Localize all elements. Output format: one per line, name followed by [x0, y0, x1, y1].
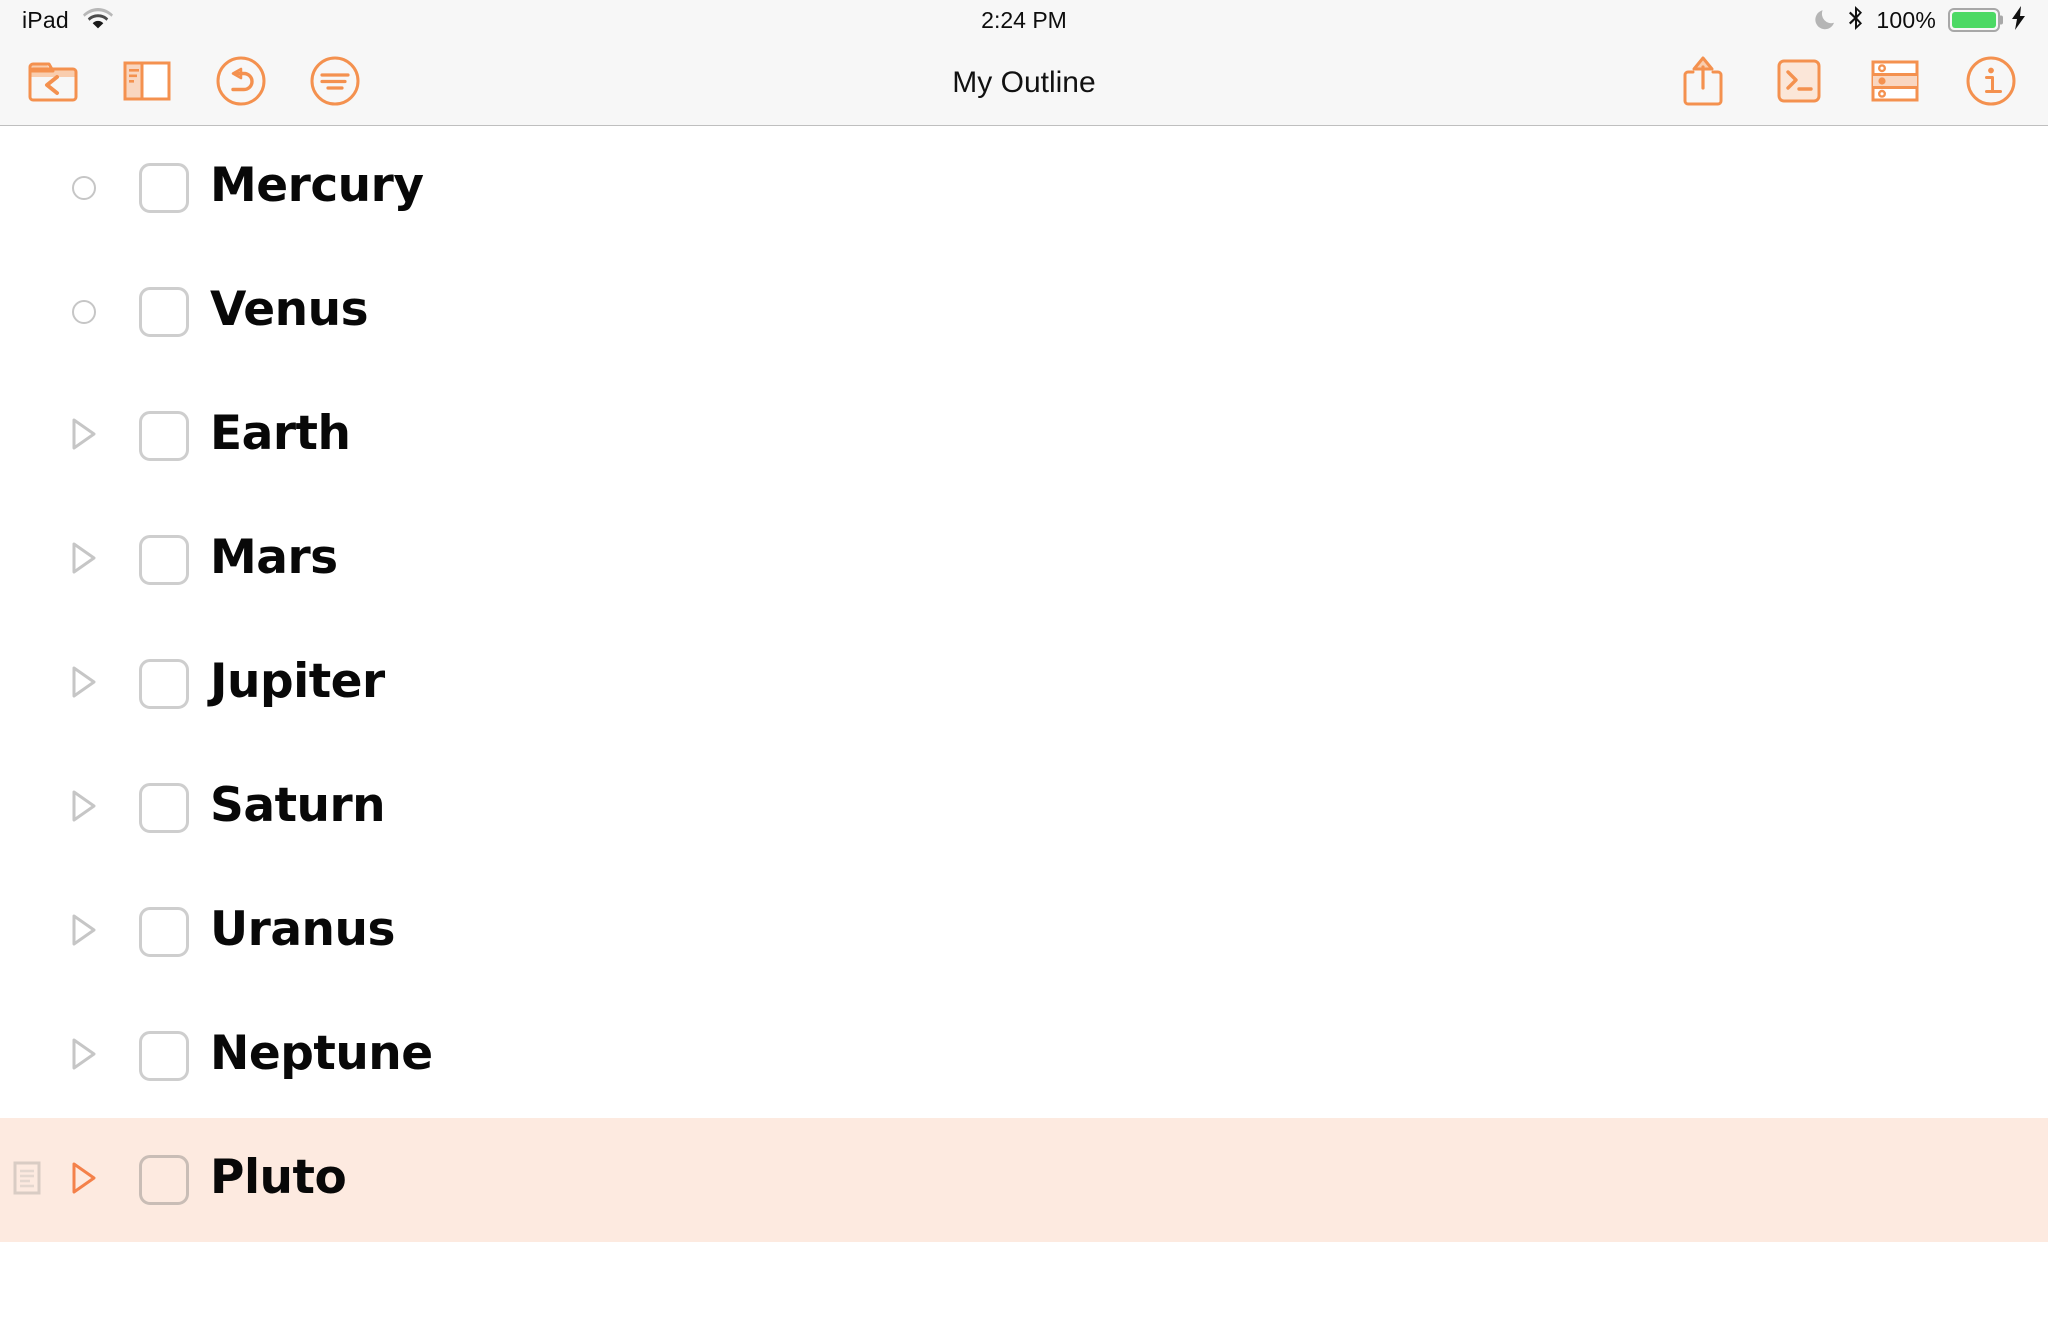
status-bar-clock: 2:24 PM [981, 6, 1067, 33]
script-console-button[interactable] [1772, 56, 1826, 110]
outline-row[interactable]: Venus [0, 250, 2048, 374]
disclosure-triangle[interactable] [50, 1161, 118, 1199]
checkbox-slot [118, 535, 210, 585]
folder-back-icon [27, 57, 79, 109]
status-bar-left: iPad [22, 7, 113, 34]
info-circle-icon [1965, 55, 2017, 111]
disclosure-triangle[interactable] [50, 913, 118, 951]
status-bar-right: 100% [1814, 5, 2026, 36]
chevron-right-triangle-icon [69, 665, 99, 703]
outline-row[interactable]: Neptune [0, 994, 2048, 1118]
outline-row[interactable]: Jupiter [0, 622, 2048, 746]
row-checkbox[interactable] [139, 287, 189, 337]
chevron-right-triangle-icon [69, 417, 99, 455]
outline-row-label[interactable]: Neptune [210, 1030, 433, 1083]
row-checkbox[interactable] [139, 1031, 189, 1081]
checkbox-slot [118, 287, 210, 337]
row-checkbox[interactable] [139, 1155, 189, 1205]
row-checkbox[interactable] [139, 907, 189, 957]
share-upload-icon [1679, 54, 1727, 112]
outline-row-label[interactable]: Earth [210, 410, 351, 463]
battery-percent-label: 100% [1876, 6, 1936, 33]
circle-bullet-icon [72, 176, 96, 200]
checkbox-slot [118, 1031, 210, 1081]
outline-row-label[interactable]: Mars [210, 534, 338, 587]
bluetooth-icon [1848, 5, 1864, 36]
chevron-right-triangle-icon [69, 541, 99, 579]
undo-circle-icon [215, 55, 267, 111]
outline-filter-button[interactable] [308, 56, 362, 110]
toolbar-left-group [0, 56, 362, 110]
moon-icon [1814, 6, 1836, 35]
chevron-right-triangle-icon [69, 1037, 99, 1075]
app-toolbar: My Outline [0, 40, 2048, 126]
leaf-bullet[interactable] [50, 176, 118, 200]
outline-row-label[interactable]: Saturn [210, 782, 386, 835]
disclosure-triangle[interactable] [50, 417, 118, 455]
row-checkbox[interactable] [139, 163, 189, 213]
checkbox-slot [118, 1155, 210, 1205]
status-bar: iPad 2:24 PM 100% [0, 0, 2048, 40]
terminal-prompt-icon [1775, 56, 1823, 110]
disclosure-triangle[interactable] [50, 665, 118, 703]
outline-row[interactable]: Pluto [0, 1118, 2048, 1242]
split-view-icon [122, 58, 172, 108]
chevron-right-triangle-icon [69, 1161, 99, 1199]
checkbox-slot [118, 783, 210, 833]
outline-row[interactable]: Uranus [0, 870, 2048, 994]
toolbar-right-group [1676, 56, 2048, 110]
chevron-right-triangle-icon [69, 913, 99, 951]
back-to-documents-button[interactable] [26, 56, 80, 110]
disclosure-triangle[interactable] [50, 541, 118, 579]
outline-row-label[interactable]: Pluto [210, 1154, 347, 1207]
row-checkbox[interactable] [139, 659, 189, 709]
outline-row-label[interactable]: Uranus [210, 906, 395, 959]
checkbox-slot [118, 163, 210, 213]
circle-bullet-icon [72, 300, 96, 324]
outline-row-label[interactable]: Jupiter [210, 658, 385, 711]
battery-icon [1948, 8, 2003, 32]
checkbox-slot [118, 411, 210, 461]
wifi-icon [82, 7, 113, 34]
checkbox-slot [118, 907, 210, 957]
lightning-bolt-icon [2012, 5, 2026, 35]
outline-row-label[interactable]: Mercury [210, 162, 424, 215]
disclosure-triangle[interactable] [50, 789, 118, 827]
undo-button[interactable] [214, 56, 268, 110]
filter-lines-circle-icon [309, 55, 361, 111]
outline-row-label[interactable]: Venus [210, 286, 369, 339]
stacked-rows-icon [1869, 57, 1921, 109]
share-button[interactable] [1676, 56, 1730, 110]
outline-row[interactable]: Saturn [0, 746, 2048, 870]
row-checkbox[interactable] [139, 783, 189, 833]
note-handle-slot [4, 1161, 50, 1199]
leaf-bullet[interactable] [50, 300, 118, 324]
row-styles-button[interactable] [1868, 56, 1922, 110]
info-inspector-button[interactable] [1964, 56, 2018, 110]
checkbox-slot [118, 659, 210, 709]
disclosure-triangle[interactable] [50, 1037, 118, 1075]
note-document-icon[interactable] [13, 1161, 41, 1199]
device-name: iPad [22, 6, 69, 33]
sidebar-toggle-button[interactable] [120, 56, 174, 110]
outline-row[interactable]: Earth [0, 374, 2048, 498]
outline-row[interactable]: Mars [0, 498, 2048, 622]
outline-row[interactable]: Mercury [0, 126, 2048, 250]
row-checkbox[interactable] [139, 411, 189, 461]
row-checkbox[interactable] [139, 535, 189, 585]
outline-list: Mercury Venus Earth Mars Jupiter Saturn Uranus… [0, 126, 2048, 1321]
chevron-right-triangle-icon [69, 789, 99, 827]
